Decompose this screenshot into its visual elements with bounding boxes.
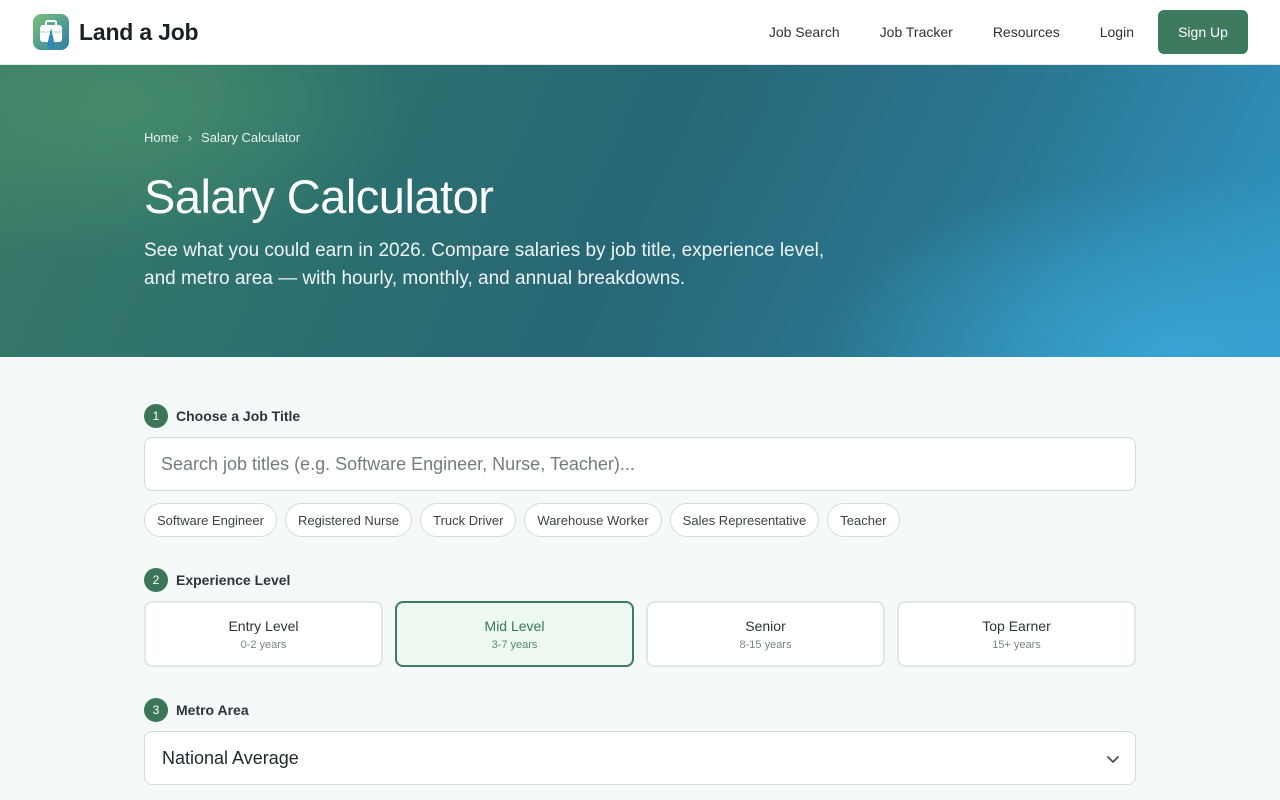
step-number-badge: 2 bbox=[144, 568, 168, 592]
step-experience-header: 2 Experience Level bbox=[144, 568, 290, 592]
sign-up-button[interactable]: Sign Up bbox=[1158, 10, 1248, 54]
experience-option-entry-level[interactable]: Entry Level 0-2 years bbox=[144, 601, 383, 667]
nav-job-search[interactable]: Job Search bbox=[769, 24, 840, 40]
suggestion-chip-software-engineer[interactable]: Software Engineer bbox=[144, 503, 277, 537]
step-number-badge: 1 bbox=[144, 404, 168, 428]
breadcrumb: Home › Salary Calculator bbox=[144, 130, 300, 145]
experience-option-years: 15+ years bbox=[992, 638, 1041, 651]
metro-area-select[interactable]: National Average bbox=[144, 731, 1136, 785]
job-title-suggestions: Software Engineer Registered Nurse Truck… bbox=[144, 503, 908, 537]
main-nav: Job Search Job Tracker Resources Login S… bbox=[769, 10, 1248, 54]
suggestion-chip-sales-representative[interactable]: Sales Representative bbox=[669, 503, 820, 537]
page-title: Salary Calculator bbox=[144, 170, 494, 223]
experience-level-options: Entry Level 0-2 years Mid Level 3-7 year… bbox=[144, 601, 1136, 667]
breadcrumb-home-link[interactable]: Home bbox=[144, 130, 179, 145]
nav-resources[interactable]: Resources bbox=[993, 24, 1060, 40]
step-number-badge: 3 bbox=[144, 698, 168, 722]
experience-option-title: Mid Level bbox=[484, 617, 545, 634]
job-title-search-input[interactable] bbox=[145, 438, 1135, 490]
step-metro-header: 3 Metro Area bbox=[144, 698, 249, 722]
suggestion-chip-truck-driver[interactable]: Truck Driver bbox=[420, 503, 517, 537]
page-subtitle: See what you could earn in 2026. Compare… bbox=[144, 240, 825, 289]
experience-option-senior[interactable]: Senior 8-15 years bbox=[646, 601, 885, 667]
experience-option-title: Top Earner bbox=[982, 617, 1051, 634]
step-job-title-header: 1 Choose a Job Title bbox=[144, 404, 300, 428]
step-label: Metro Area bbox=[176, 702, 249, 718]
hero-banner: Home › Salary Calculator Salary Calculat… bbox=[0, 65, 1280, 357]
site-header: Land a Job Job Search Job Tracker Resour… bbox=[0, 0, 1280, 65]
experience-option-title: Senior bbox=[745, 617, 786, 634]
nav-login[interactable]: Login bbox=[1100, 24, 1134, 40]
experience-option-years: 8-15 years bbox=[739, 638, 792, 651]
job-title-search-box bbox=[144, 437, 1136, 491]
experience-option-years: 3-7 years bbox=[491, 638, 538, 651]
step-label: Choose a Job Title bbox=[176, 408, 301, 424]
experience-option-mid-level[interactable]: Mid Level 3-7 years bbox=[395, 601, 634, 667]
briefcase-logo-icon bbox=[33, 14, 69, 50]
suggestion-chip-warehouse-worker[interactable]: Warehouse Worker bbox=[524, 503, 662, 537]
brand-home-link[interactable]: Land a Job bbox=[32, 12, 199, 52]
breadcrumb-current: Salary Calculator bbox=[201, 130, 301, 145]
suggestion-chip-teacher[interactable]: Teacher bbox=[827, 503, 900, 537]
step-label: Experience Level bbox=[176, 572, 291, 588]
brand-name: Land a Job bbox=[79, 18, 199, 45]
experience-option-title: Entry Level bbox=[228, 617, 299, 634]
suggestion-chip-registered-nurse[interactable]: Registered Nurse bbox=[284, 503, 413, 537]
metro-area-selected-value: National Average bbox=[162, 747, 299, 768]
breadcrumb-separator: › bbox=[187, 130, 193, 145]
experience-option-top-earner[interactable]: Top Earner 15+ years bbox=[897, 601, 1136, 667]
chevron-down-icon bbox=[1107, 756, 1119, 763]
nav-job-tracker[interactable]: Job Tracker bbox=[880, 24, 953, 40]
experience-option-years: 0-2 years bbox=[240, 638, 287, 651]
